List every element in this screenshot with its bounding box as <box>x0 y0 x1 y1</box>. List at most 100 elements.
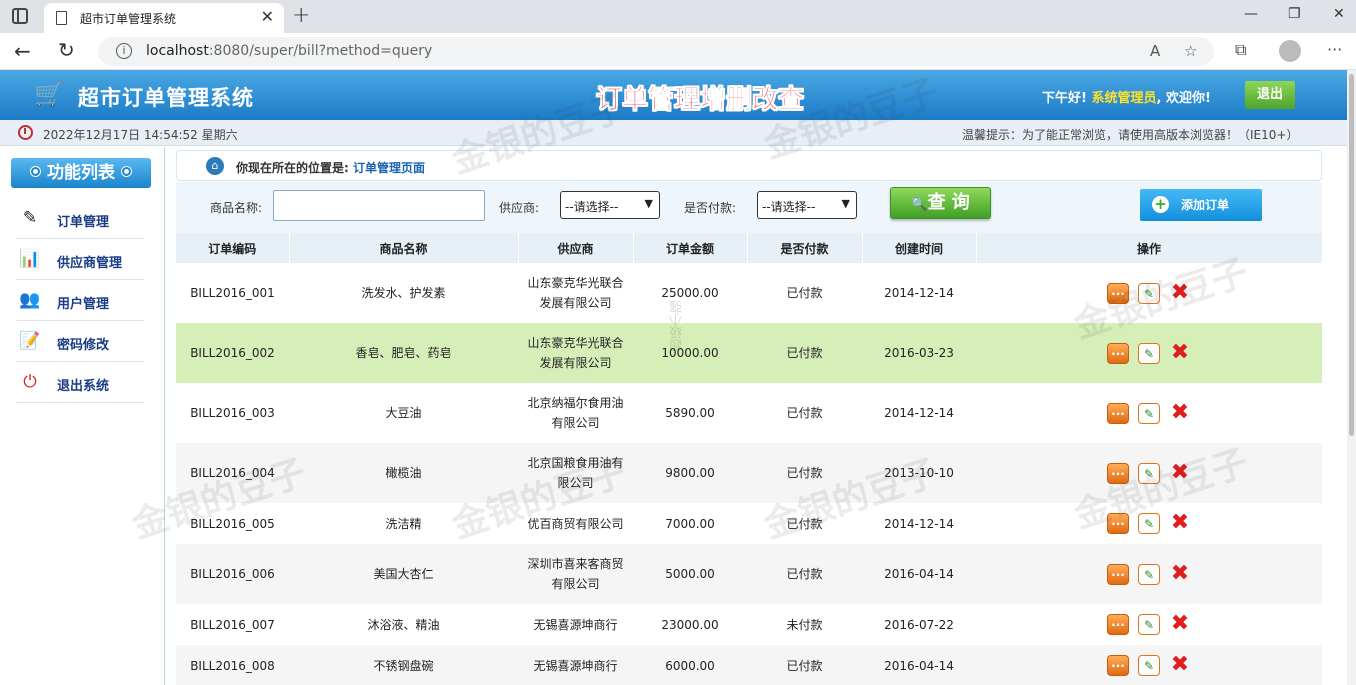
order-amount: 6000.00 <box>665 658 715 673</box>
provider-select[interactable]: --请选择-- ▼ <box>560 191 660 219</box>
table-row: BILL2016_008 不锈钢盘碗 无锡喜源坤商行 6000.00 已付款 2016-0… <box>176 645 1322 685</box>
sidebar-item-users[interactable]: 👥 用户管理 <box>16 280 144 321</box>
delete-icon[interactable]: ✖ <box>1169 613 1191 635</box>
favorite-icon[interactable]: ☆ <box>1184 42 1197 60</box>
edit-icon[interactable]: ✎ <box>1138 462 1160 484</box>
table-row: BILL2016_007 沐浴液、精油 无锡喜源坤商行 23000.00 未付款 2016… <box>176 604 1322 645</box>
payment-status: 已付款 <box>786 516 823 531</box>
collections-icon[interactable]: ⧉ <box>1235 40 1246 60</box>
created-date: 2016-03-23 <box>884 346 954 360</box>
payment-status: 已付款 <box>786 658 823 673</box>
table-row: BILL2016_003 大豆油 北京纳福尔食用油有限公司 5890.00 已付款 201… <box>176 383 1322 443</box>
view-icon[interactable]: ··· <box>1107 614 1129 635</box>
browser-tab[interactable]: 超市订单管理系统 ✕ <box>44 3 284 33</box>
view-icon[interactable]: ··· <box>1107 282 1129 304</box>
order-amount: 23000.00 <box>661 617 719 632</box>
edit-icon[interactable]: ✎ <box>1138 655 1160 676</box>
edit-icon[interactable]: ✎ <box>1138 563 1160 585</box>
home-icon: ⌂ <box>206 157 224 175</box>
new-tab-icon[interactable]: + <box>292 3 310 28</box>
created-date: 2016-04-14 <box>884 567 954 581</box>
clock-icon <box>18 125 33 140</box>
delete-icon[interactable]: ✖ <box>1169 654 1191 676</box>
provider-name: 优百商贸有限公司 <box>527 516 624 531</box>
row-actions: ··· ✎ ✖ <box>976 443 1322 503</box>
payment-status: 已付款 <box>786 346 823 360</box>
order-amount: 10000.00 <box>661 346 719 360</box>
orders-table: 订单编码 商品名称 供应商 订单金额 是否付款 创建时间 操作 BILL2016… <box>176 233 1323 685</box>
function-list-title: 功能列表 <box>11 158 151 188</box>
chevron-down-icon: ▼ <box>644 197 653 210</box>
restore-icon[interactable]: ❐ <box>1288 6 1301 22</box>
product-name: 不锈钢盘碗 <box>373 658 434 673</box>
view-icon[interactable]: ··· <box>1107 462 1129 484</box>
edit-icon[interactable]: ✎ <box>1138 282 1160 304</box>
order-icon: ✎ <box>22 208 38 228</box>
window-close-icon[interactable]: ✕ <box>1333 6 1345 22</box>
row-actions: ··· ✎ ✖ <box>976 645 1322 685</box>
order-code: BILL2016_003 <box>190 406 275 420</box>
url-text: localhost:8080/super/bill?method=query <box>146 43 433 59</box>
edit-icon[interactable]: ✎ <box>1138 342 1160 364</box>
site-info-icon[interactable]: i <box>116 43 132 59</box>
sidebar-item-exit[interactable]: ⏻ 退出系统 <box>16 362 144 403</box>
exit-icon: ⏻ <box>23 372 37 392</box>
search-form: 商品名称: 供应商: --请选择-- ▼ 是否付款: --请选择-- ▼ 🔍查 询 … <box>176 182 1322 234</box>
provider-name: 深圳市喜来客商贸有限公司 <box>527 557 624 591</box>
view-icon[interactable]: ··· <box>1107 402 1129 424</box>
created-date: 2016-07-22 <box>884 617 954 632</box>
view-icon[interactable]: ··· <box>1107 655 1129 676</box>
close-tab-icon[interactable]: ✕ <box>261 7 274 26</box>
url-field[interactable]: i localhost:8080/super/bill?method=query… <box>98 37 1214 66</box>
view-icon[interactable]: ··· <box>1107 563 1129 585</box>
order-code: BILL2016_002 <box>190 346 275 360</box>
row-actions: ··· ✎ ✖ <box>976 383 1322 443</box>
breadcrumb-current: 订单管理页面 <box>352 161 425 175</box>
minimize-icon[interactable]: — <box>1244 6 1258 22</box>
edit-icon[interactable]: ✎ <box>1138 614 1160 635</box>
edit-icon[interactable]: ✎ <box>1138 513 1160 534</box>
delete-icon[interactable]: ✖ <box>1169 401 1191 424</box>
add-order-button[interactable]: + 添加订单 <box>1140 189 1262 221</box>
read-aloud-icon[interactable]: A <box>1150 42 1160 60</box>
edit-icon[interactable]: ✎ <box>1138 402 1160 424</box>
banner-title: 订单管理增删改查 <box>596 85 805 116</box>
search-icon: 🔍 <box>911 197 928 212</box>
cart-icon: 🛒 <box>34 80 64 108</box>
reload-icon[interactable]: ↻ <box>58 38 75 62</box>
query-button[interactable]: 🔍查 询 <box>890 187 991 219</box>
scrollbar[interactable] <box>1347 70 1356 685</box>
sidebar-item-providers[interactable]: 📊 供应商管理 <box>16 239 144 280</box>
order-code: BILL2016_001 <box>190 286 275 300</box>
sidebar-item-password[interactable]: 📝 密码修改 <box>16 321 144 362</box>
created-date: 2014-12-14 <box>884 516 954 531</box>
tab-actions-icon[interactable] <box>12 8 28 24</box>
payment-select[interactable]: --请选择-- ▼ <box>757 191 857 219</box>
greeting: 下午好! 系统管理员, 欢迎你! <box>1042 91 1211 106</box>
delete-icon[interactable]: ✖ <box>1169 341 1191 364</box>
order-code: BILL2016_006 <box>190 567 275 581</box>
scrollbar-thumb[interactable] <box>1349 74 1354 436</box>
view-icon[interactable]: ··· <box>1107 342 1129 364</box>
delete-icon[interactable]: ✖ <box>1169 281 1191 304</box>
profile-avatar[interactable] <box>1279 40 1301 62</box>
row-actions: ··· ✎ ✖ <box>976 503 1322 544</box>
product-name-label: 商品名称: <box>210 201 263 215</box>
delete-icon[interactable]: ✖ <box>1169 562 1191 585</box>
plus-icon: + <box>1152 196 1169 213</box>
back-icon[interactable]: ← <box>14 39 31 63</box>
logout-button[interactable]: 退出 <box>1245 81 1295 109</box>
system-title: 超市订单管理系统 <box>78 86 254 110</box>
row-actions: ··· ✎ ✖ <box>976 263 1322 323</box>
provider-name: 山东豪克华光联合发展有限公司 <box>527 336 624 370</box>
page-icon <box>56 11 67 25</box>
more-menu-icon[interactable]: ··· <box>1327 40 1342 59</box>
sidebar-item-orders[interactable]: ✎ 订单管理 <box>16 198 144 239</box>
delete-icon[interactable]: ✖ <box>1169 512 1191 534</box>
order-amount: 5890.00 <box>665 406 715 420</box>
delete-icon[interactable]: ✖ <box>1169 461 1191 484</box>
product-name: 大豆油 <box>385 406 422 420</box>
product-name-input[interactable] <box>273 190 485 221</box>
view-icon[interactable]: ··· <box>1107 513 1129 534</box>
product-name: 美国大杏仁 <box>373 567 434 581</box>
